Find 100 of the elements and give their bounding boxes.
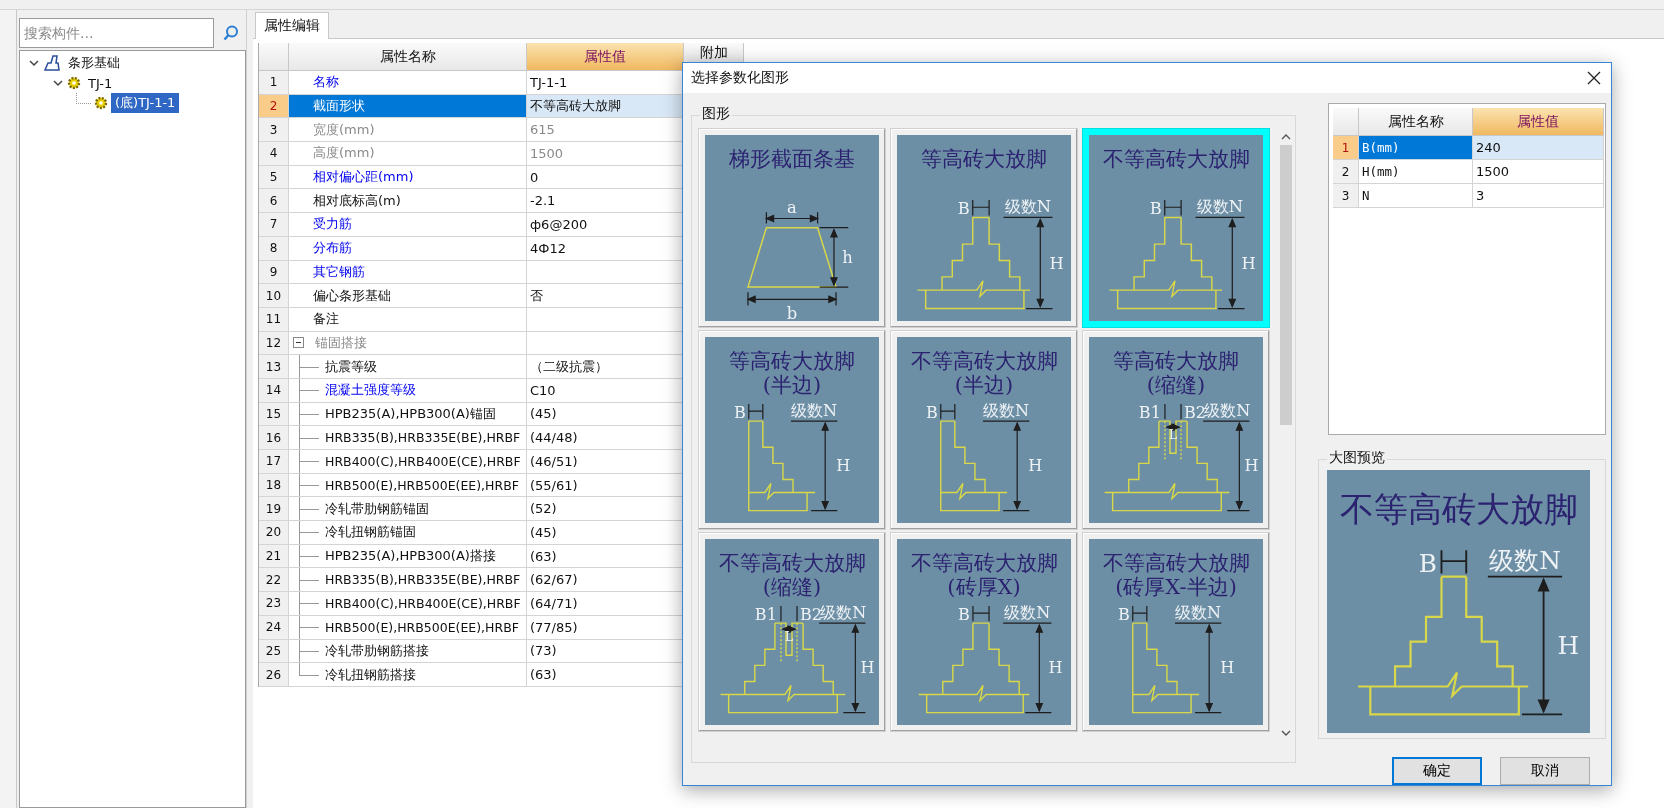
property-name[interactable]: 冷轧带肋钢筋锚固 [289, 497, 527, 522]
dimension-label: b [786, 303, 798, 321]
property-name[interactable]: 锚固搭接 [289, 331, 527, 356]
row-number: 2 [259, 94, 289, 119]
dialog-button[interactable]: 确定 [1392, 757, 1482, 785]
property-name[interactable]: 抗震等级 [289, 355, 527, 379]
parameter-name[interactable]: H(mm) [1359, 160, 1473, 184]
close-icon[interactable] [1587, 71, 1601, 85]
row-number: 25 [259, 639, 289, 664]
dimension-label: B [958, 605, 970, 625]
parameter-value[interactable]: 1500 [1473, 160, 1604, 184]
property-name[interactable]: 冷轧带肋钢筋搭接 [289, 639, 527, 664]
collapse-toggle-icon[interactable] [293, 337, 304, 349]
shape-option[interactable]: 等高砖大放脚 B 级数N H [890, 128, 1078, 328]
dimension-label: a [787, 198, 797, 218]
property-name[interactable]: 宽度(mm) [289, 118, 527, 143]
property-name[interactable]: HPB235(A),HPB300(A)搭接 [289, 544, 527, 569]
property-name[interactable]: 冷轧扭钢筋搭接 [289, 663, 527, 687]
shape-option[interactable]: 不等高砖大放脚(半边) B 级数N H [890, 330, 1078, 530]
scrollbar-thumb[interactable] [1280, 145, 1292, 425]
dimension-label: 级数N [1204, 401, 1251, 421]
scroll-up-icon[interactable] [1281, 133, 1291, 141]
row-number: 6 [259, 189, 289, 214]
tree-item[interactable]: TJ-1 [84, 74, 117, 92]
property-name[interactable]: 冷轧扭钢筋锚固 [289, 521, 527, 545]
shape-title: 不等高砖大放脚 [1101, 146, 1251, 172]
shape-title: 不等高砖大放脚(半边) [909, 348, 1059, 398]
expand-caret-icon[interactable] [28, 57, 40, 69]
dimension-label: 级数N [983, 401, 1030, 421]
dialog-title: 选择参数化图形 [691, 69, 789, 87]
shape-title: 不等高砖大放脚(砖厚X) [909, 550, 1059, 600]
group-label: 大图预览 [1327, 449, 1387, 467]
dialog-button[interactable]: 取消 [1500, 757, 1590, 785]
shape-option[interactable]: 不等高砖大放脚(砖厚X) B 级数N H [890, 532, 1078, 732]
row-number: 10 [259, 284, 289, 308]
parameter-value[interactable]: 240 [1473, 136, 1604, 160]
property-name[interactable]: HPB235(A),HPB300(A)锚固 [289, 402, 527, 427]
parameter-name[interactable]: N [1359, 184, 1473, 208]
property-name[interactable]: HRB400(C),HRB400E(CE),HRBF [289, 450, 527, 474]
tree-item[interactable]: (底)TJ-1-1 [111, 93, 180, 113]
expand-caret-icon[interactable] [52, 77, 64, 89]
dimension-label: 级数N [1175, 603, 1222, 623]
dimension-label: B [1418, 549, 1437, 579]
column-header: 属性名称 [1359, 108, 1473, 136]
dimension-label: H [1220, 658, 1235, 678]
row-number: 23 [259, 592, 289, 616]
row-number: 4 [259, 142, 289, 166]
shape-option[interactable]: 不等高砖大放脚(砖厚X-半边) B 级数N H [1082, 532, 1270, 732]
property-name[interactable]: HRB500(E),HRB500E(EE),HRBF [289, 473, 527, 498]
table-corner [259, 43, 289, 71]
scroll-down-icon[interactable] [1281, 729, 1291, 737]
shape-option[interactable]: 等高砖大放脚(半边) B 级数N H [698, 330, 886, 530]
row-number: 12 [259, 331, 289, 356]
dimension-label: H [1048, 658, 1063, 678]
row-number: 1 [259, 71, 289, 95]
property-name[interactable]: 偏心条形基础 [289, 284, 527, 308]
property-name[interactable]: HRB335(B),HRB335E(BE),HRBF [289, 426, 527, 450]
table-corner [1333, 108, 1359, 136]
property-name[interactable]: 混凝土强度等级 [289, 378, 527, 403]
shape-option[interactable]: 等高砖大放脚(缩缝) B1 L B2级数N H [1082, 330, 1270, 530]
property-name[interactable]: 受力筋 [289, 213, 527, 237]
shape-option[interactable]: 不等高砖大放脚(缩缝) B1 L B2级数N H [698, 532, 886, 732]
property-name[interactable]: HRB400(C),HRB400E(CE),HRBF [289, 592, 527, 616]
dimension-label: B1 [754, 605, 777, 625]
dimension-label: H [1028, 456, 1043, 476]
property-name[interactable]: 名称 [289, 71, 527, 95]
property-name[interactable]: 相对偏心距(mm) [289, 165, 527, 190]
row-number: 16 [259, 426, 289, 450]
dimension-label: h [842, 247, 853, 267]
tab[interactable]: 属性编辑 [255, 12, 329, 39]
dimension-label: 级数N [820, 603, 867, 623]
tree-item[interactable]: 条形基础 [64, 53, 124, 73]
row-number: 3 [259, 118, 289, 143]
property-name[interactable]: 截面形状 [289, 94, 527, 119]
dimension-label: B [1149, 199, 1162, 219]
parameter-name[interactable]: B(mm) [1359, 136, 1473, 160]
property-name[interactable]: HRB335(B),HRB335E(BE),HRBF [289, 568, 527, 593]
row-number: 26 [259, 663, 289, 687]
search-field[interactable]: 搜索构件... [19, 18, 214, 48]
property-name[interactable]: HRB500(E),HRB500E(EE),HRBF [289, 615, 527, 640]
shape-option[interactable]: 梯形截面条基 a h b [698, 128, 886, 328]
property-name[interactable]: 相对底标高(m) [289, 189, 527, 214]
property-name[interactable]: 分布筋 [289, 236, 527, 261]
shape-option[interactable]: 不等高砖大放脚 B 级数N H [1082, 128, 1270, 328]
parameter-value[interactable]: 3 [1473, 184, 1604, 208]
shape-title: 不等高砖大放脚(缩缝) [717, 550, 867, 600]
property-name[interactable]: 高度(mm) [289, 142, 527, 166]
column-header: 附加 [684, 43, 744, 63]
row-number: 17 [259, 450, 289, 474]
property-name[interactable]: 备注 [289, 307, 527, 332]
shape-title: 梯形截面条基 [728, 146, 856, 172]
dimension-label: H [836, 456, 851, 476]
row-number: 5 [259, 165, 289, 190]
gear-icon [67, 76, 81, 90]
row-number: 11 [259, 307, 289, 332]
property-value[interactable]: 不等高砖大放脚 [527, 94, 684, 119]
row-number: 1 [1333, 136, 1359, 160]
property-name[interactable]: 其它钢筋 [289, 260, 527, 285]
dimension-label: H [1244, 456, 1259, 476]
row-number: 21 [259, 544, 289, 569]
